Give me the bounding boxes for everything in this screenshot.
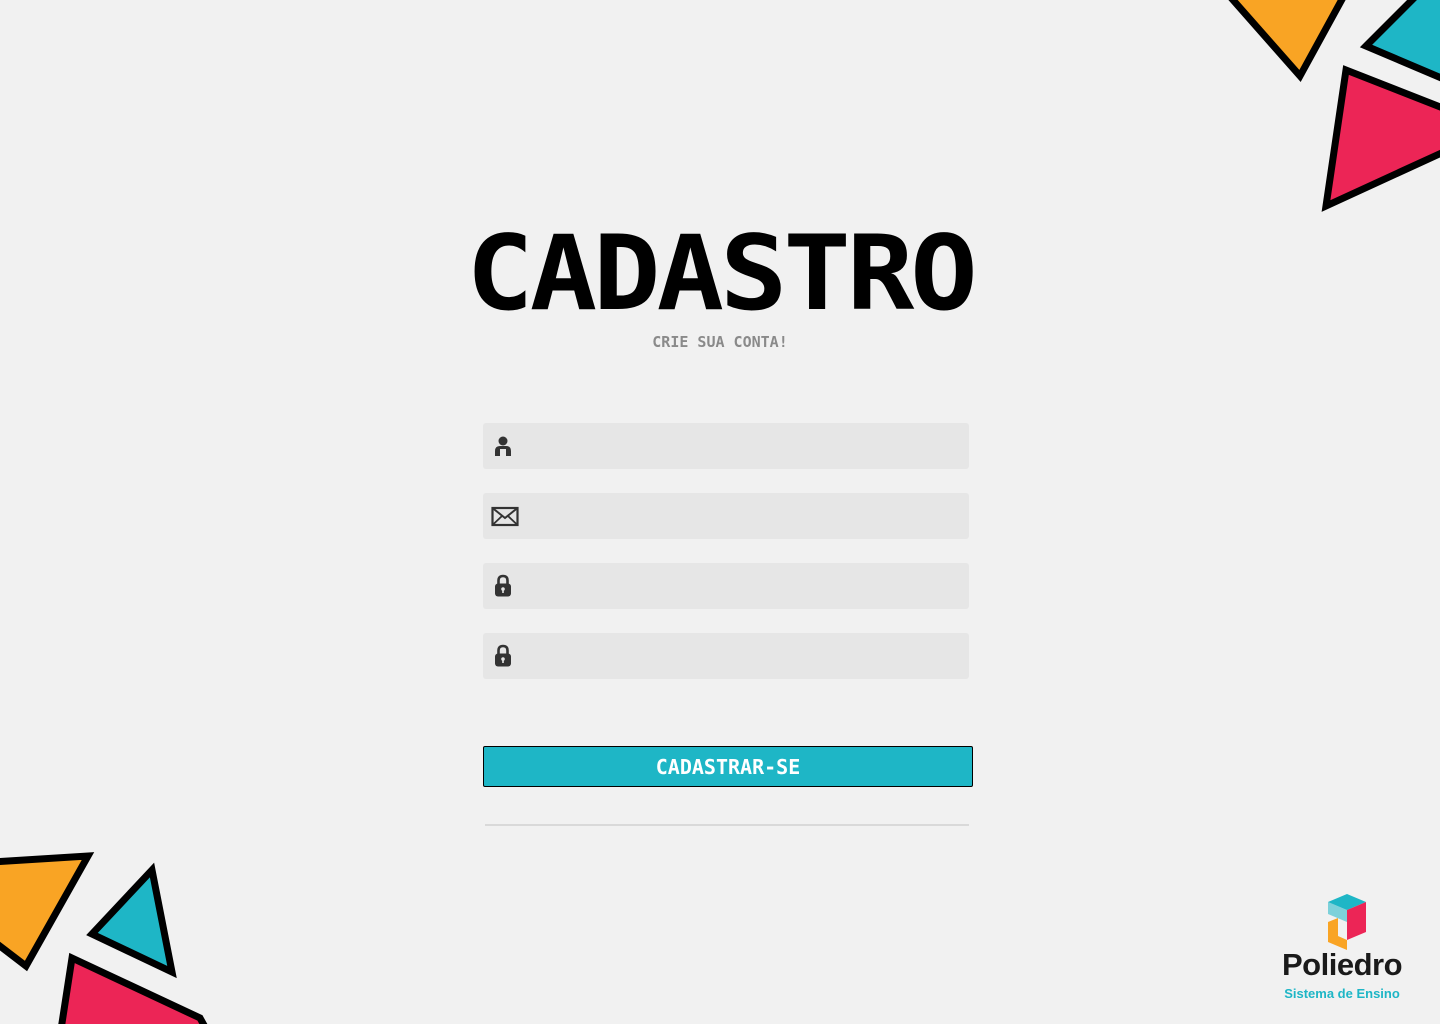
password-field[interactable] (483, 563, 969, 609)
page-title: CADASTRO (466, 214, 977, 334)
email-input[interactable] (527, 493, 957, 539)
brand-name: Poliedro (1281, 947, 1403, 982)
divider (485, 824, 969, 826)
confirm-password-input[interactable] (527, 633, 957, 679)
signup-page: CADASTRO CRIE SUA CONTA! CADASTRAR-SE Po… (0, 0, 1440, 1024)
page-subtitle: CRIE SUA CONTA! (652, 333, 788, 351)
pink-triangle-bottom-left (58, 952, 208, 1024)
password-input[interactable] (527, 563, 957, 609)
name-field[interactable] (483, 423, 969, 469)
poliedro-cube-icon (1328, 894, 1366, 950)
lock-icon (495, 644, 511, 667)
envelope-icon (491, 506, 519, 527)
brand-tagline: Sistema de Ensino (1284, 986, 1400, 1001)
poliedro-logo: Poliedro Sistema de Ensino (1272, 892, 1412, 1007)
name-input[interactable] (527, 423, 957, 469)
email-field[interactable] (483, 493, 969, 539)
teal-triangle-top-right (1359, 0, 1440, 82)
pink-triangle-top-right (1321, 65, 1440, 212)
confirm-password-field[interactable] (483, 633, 969, 679)
lock-icon (495, 574, 511, 597)
orange-triangle-top-right (1228, 0, 1346, 83)
signup-button[interactable]: CADASTRAR-SE (483, 746, 973, 787)
teal-triangle-bottom-left (86, 862, 177, 979)
orange-triangle-bottom-left (0, 852, 95, 972)
user-icon (495, 436, 511, 456)
